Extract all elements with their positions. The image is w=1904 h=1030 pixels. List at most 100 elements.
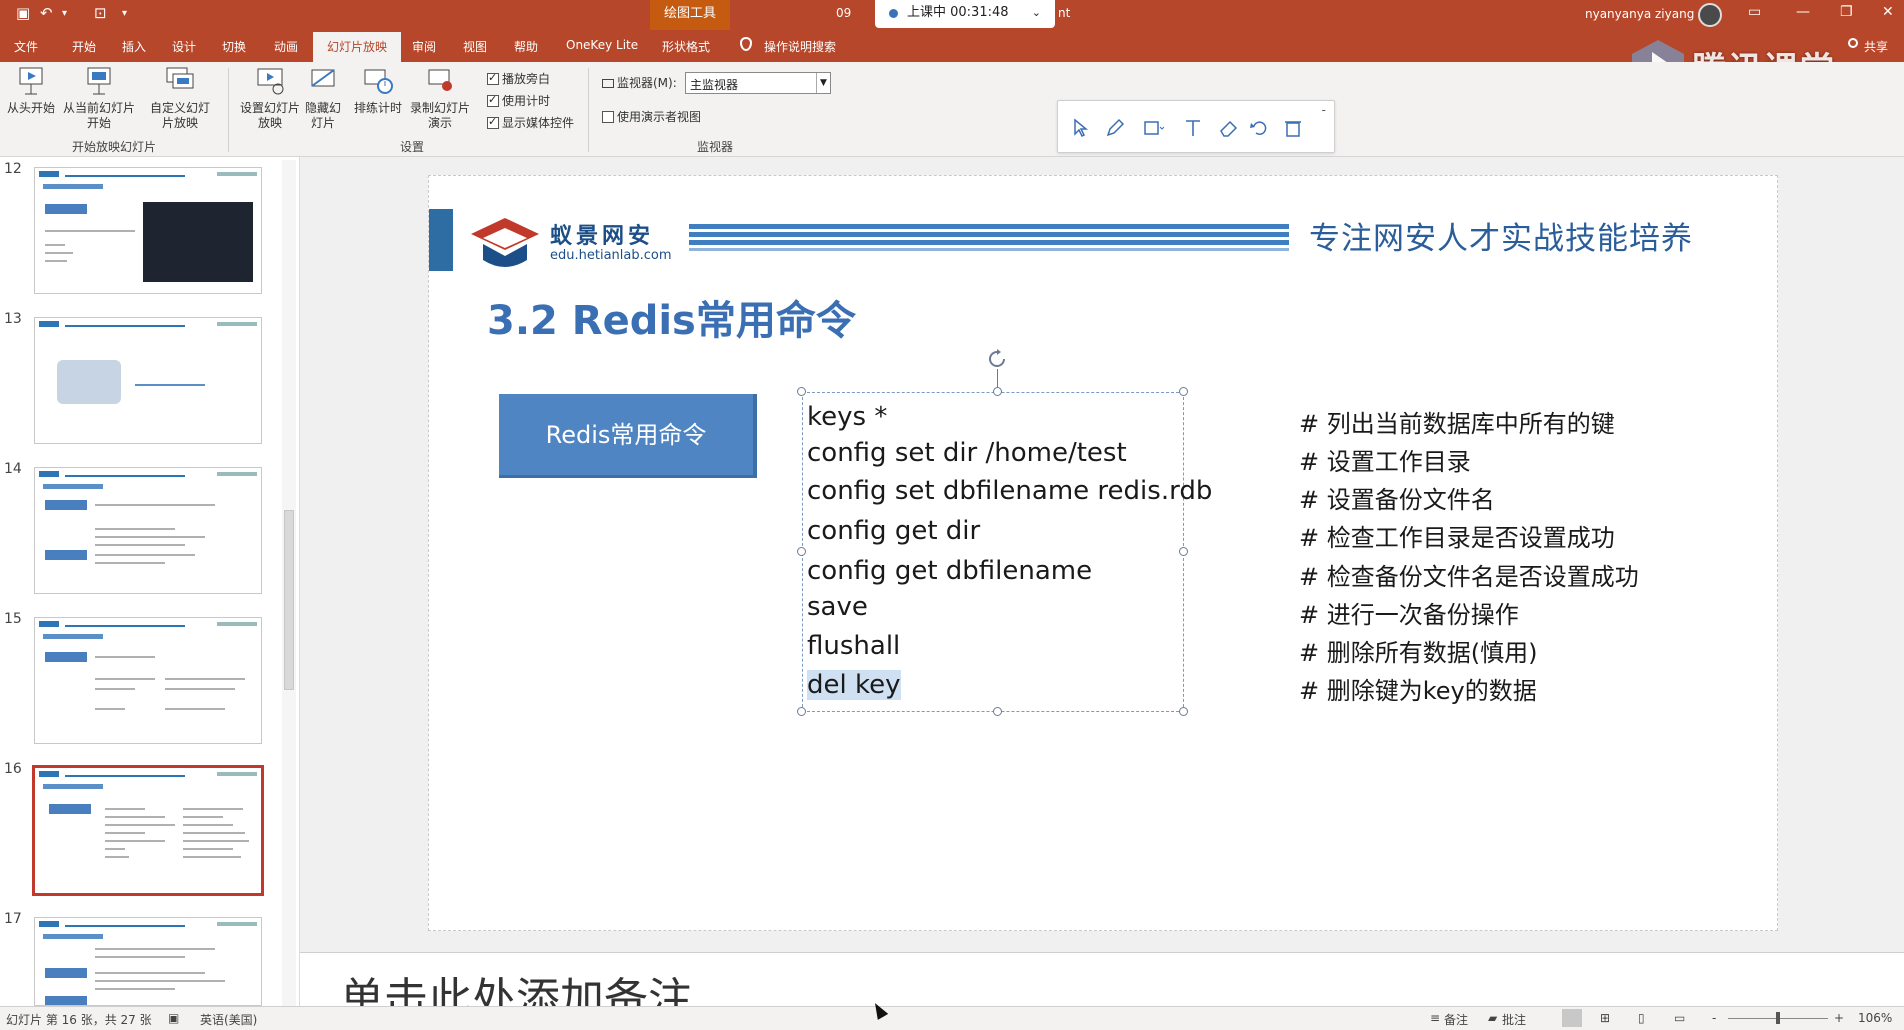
save-icon[interactable]: ▣ <box>16 4 30 22</box>
from-current-slide-button[interactable]: 从当前幻灯片开始 <box>60 64 138 131</box>
resize-handle[interactable] <box>1179 547 1188 556</box>
setup-slideshow-button[interactable]: 设置幻灯片放映 <box>240 64 300 131</box>
share-button[interactable]: 共享 <box>1864 38 1888 55</box>
lightbulb-icon[interactable] <box>740 37 752 51</box>
toolbar-minimize-button[interactable]: - <box>1322 103 1326 117</box>
slideshow-view-icon[interactable]: ▭ <box>1674 1011 1685 1025</box>
show-media-controls-checkbox[interactable]: 显示媒体控件 <box>487 114 574 131</box>
zoom-out-button[interactable]: - <box>1712 1011 1716 1025</box>
slide-thumbnail-15[interactable] <box>34 617 262 744</box>
zoom-level[interactable]: 106% <box>1858 1011 1892 1025</box>
trash-icon[interactable] <box>1282 117 1304 139</box>
tab-view[interactable]: 视图 <box>463 38 487 55</box>
slide-thumbnail-16-selected[interactable] <box>32 765 264 896</box>
presenter-view-checkbox[interactable]: 使用演示者视图 <box>602 108 701 125</box>
resize-handle[interactable] <box>1179 387 1188 396</box>
notes-toggle[interactable]: 备注 <box>1444 1011 1468 1028</box>
text-icon[interactable] <box>1182 117 1204 139</box>
decorative-stripe <box>689 240 1289 245</box>
slide-title[interactable]: 3.2 Redis常用命令 <box>487 288 856 346</box>
zoom-in-button[interactable]: + <box>1834 1011 1844 1025</box>
play-narration-checkbox[interactable]: 播放旁白 <box>487 70 550 87</box>
undo-dropdown-icon[interactable]: ▾ <box>62 8 67 19</box>
tab-help[interactable]: 帮助 <box>514 38 538 55</box>
tab-review[interactable]: 审阅 <box>412 38 436 55</box>
command-line-selected: del key <box>807 670 901 700</box>
hide-slide-button[interactable]: 隐藏幻灯片 <box>304 64 342 131</box>
tab-onekey[interactable]: OneKey Lite <box>566 38 638 52</box>
tab-design[interactable]: 设计 <box>172 38 196 55</box>
tab-insert[interactable]: 插入 <box>122 38 146 55</box>
chevron-down-icon[interactable]: ▼ <box>816 73 830 93</box>
play-narration-label: 播放旁白 <box>502 72 551 86</box>
from-beginning-label: 从头开始 <box>6 101 55 115</box>
show-media-controls-label: 显示媒体控件 <box>502 116 575 130</box>
present-from-start-icon[interactable]: ⊡ <box>94 4 107 22</box>
resize-handle[interactable] <box>1179 707 1188 716</box>
custom-slideshow-button[interactable]: 自定义幻灯片放映 <box>146 64 214 131</box>
customize-qat-icon[interactable]: ▾ <box>122 8 127 19</box>
command-line: config set dir /home/test <box>807 438 1127 468</box>
group-divider <box>588 68 589 152</box>
stopwatch-icon <box>361 64 395 98</box>
chevron-down-icon[interactable]: ⌄ <box>1032 0 1041 26</box>
zoom-slider-thumb[interactable] <box>1776 1012 1780 1024</box>
pen-icon[interactable] <box>1104 117 1126 139</box>
undo-icon[interactable] <box>1248 117 1270 139</box>
close-icon[interactable]: ✕ <box>1882 4 1894 20</box>
scrollbar-thumb[interactable] <box>284 510 294 690</box>
avatar[interactable] <box>1698 3 1722 27</box>
slide-thumbnail-17[interactable] <box>34 917 262 1006</box>
current-slide: 蚁景网安 edu.hetianlab.com 专注网安人才实战技能培养 3.2 … <box>428 175 1778 931</box>
slide-number: 16 <box>4 761 22 777</box>
undo-icon[interactable]: ↶ <box>40 4 53 22</box>
thumbnail-scrollbar[interactable] <box>282 160 296 1006</box>
select-arrow-icon[interactable] <box>1070 117 1092 139</box>
rotate-handle-icon[interactable] <box>986 348 1008 370</box>
command-line: save <box>807 592 868 622</box>
resize-handle[interactable] <box>993 707 1002 716</box>
resize-handle[interactable] <box>797 547 806 556</box>
notes-pane[interactable]: 单击此处添加备注 <box>300 952 1904 1008</box>
notes-icon: ≡ <box>1430 1011 1441 1025</box>
slide-sorter-icon[interactable]: ⊞ <box>1600 1011 1610 1025</box>
resize-handle[interactable] <box>797 387 806 396</box>
tab-slideshow[interactable]: 幻灯片放映 <box>313 32 402 62</box>
tab-home[interactable]: 开始 <box>72 38 96 55</box>
minimize-icon[interactable]: — <box>1796 4 1810 20</box>
slide-thumbnail-13[interactable] <box>34 317 262 444</box>
record-slideshow-button[interactable]: 录制幻灯片演示 <box>408 64 472 131</box>
command-line: config get dbfilename <box>807 556 1093 586</box>
resize-handle[interactable] <box>993 387 1002 396</box>
spell-check-icon[interactable]: ▣ <box>168 1011 179 1025</box>
monitor-select[interactable]: 主监视器 ▼ <box>685 72 831 94</box>
eraser-icon[interactable] <box>1218 117 1240 139</box>
custom-slideshow-icon <box>163 64 197 98</box>
tell-me-search[interactable]: 操作说明搜索 <box>764 38 836 55</box>
language-indicator[interactable]: 英语(美国) <box>200 1011 257 1028</box>
use-timings-checkbox[interactable]: 使用计时 <box>487 92 550 109</box>
redis-commands-label-box[interactable]: Redis常用命令 <box>499 394 757 478</box>
tab-file[interactable]: 文件 <box>14 38 38 55</box>
comment-line: # 检查备份文件名是否设置成功 <box>1299 563 1639 591</box>
status-bar: 幻灯片 第 16 张，共 27 张 ▣ 英语(美国) ≡ 备注 ▰ 批注 ⊞ ▯… <box>0 1006 1904 1030</box>
slogan: 专注网安人才实战技能培养 <box>1309 221 1693 257</box>
reading-view-icon[interactable]: ▯ <box>1638 1011 1645 1025</box>
comments-toggle[interactable]: 批注 <box>1502 1011 1526 1028</box>
live-class-status[interactable]: 上课中 00:31:48 ⌄ <box>875 0 1055 28</box>
slide-thumbnail-14[interactable] <box>34 467 262 594</box>
rehearse-timings-button[interactable]: 排练计时 <box>352 64 404 116</box>
tab-transitions[interactable]: 切换 <box>222 38 246 55</box>
resize-handle[interactable] <box>797 707 806 716</box>
normal-view-icon[interactable] <box>1562 1009 1582 1027</box>
slide-thumbnail-12[interactable] <box>34 167 262 294</box>
ribbon-display-options-icon[interactable]: ▭ <box>1748 4 1761 20</box>
from-beginning-button[interactable]: 从头开始 <box>6 64 56 116</box>
tab-animations[interactable]: 动画 <box>274 38 298 55</box>
maximize-icon[interactable]: ❐ <box>1840 4 1853 20</box>
tab-shape-format[interactable]: 形状格式 <box>662 38 710 55</box>
decorative-stripe <box>689 224 1289 229</box>
user-name[interactable]: nyanyanya ziyang <box>1585 7 1694 21</box>
comment-line: # 进行一次备份操作 <box>1299 601 1519 629</box>
rectangle-icon[interactable] <box>1142 117 1164 139</box>
